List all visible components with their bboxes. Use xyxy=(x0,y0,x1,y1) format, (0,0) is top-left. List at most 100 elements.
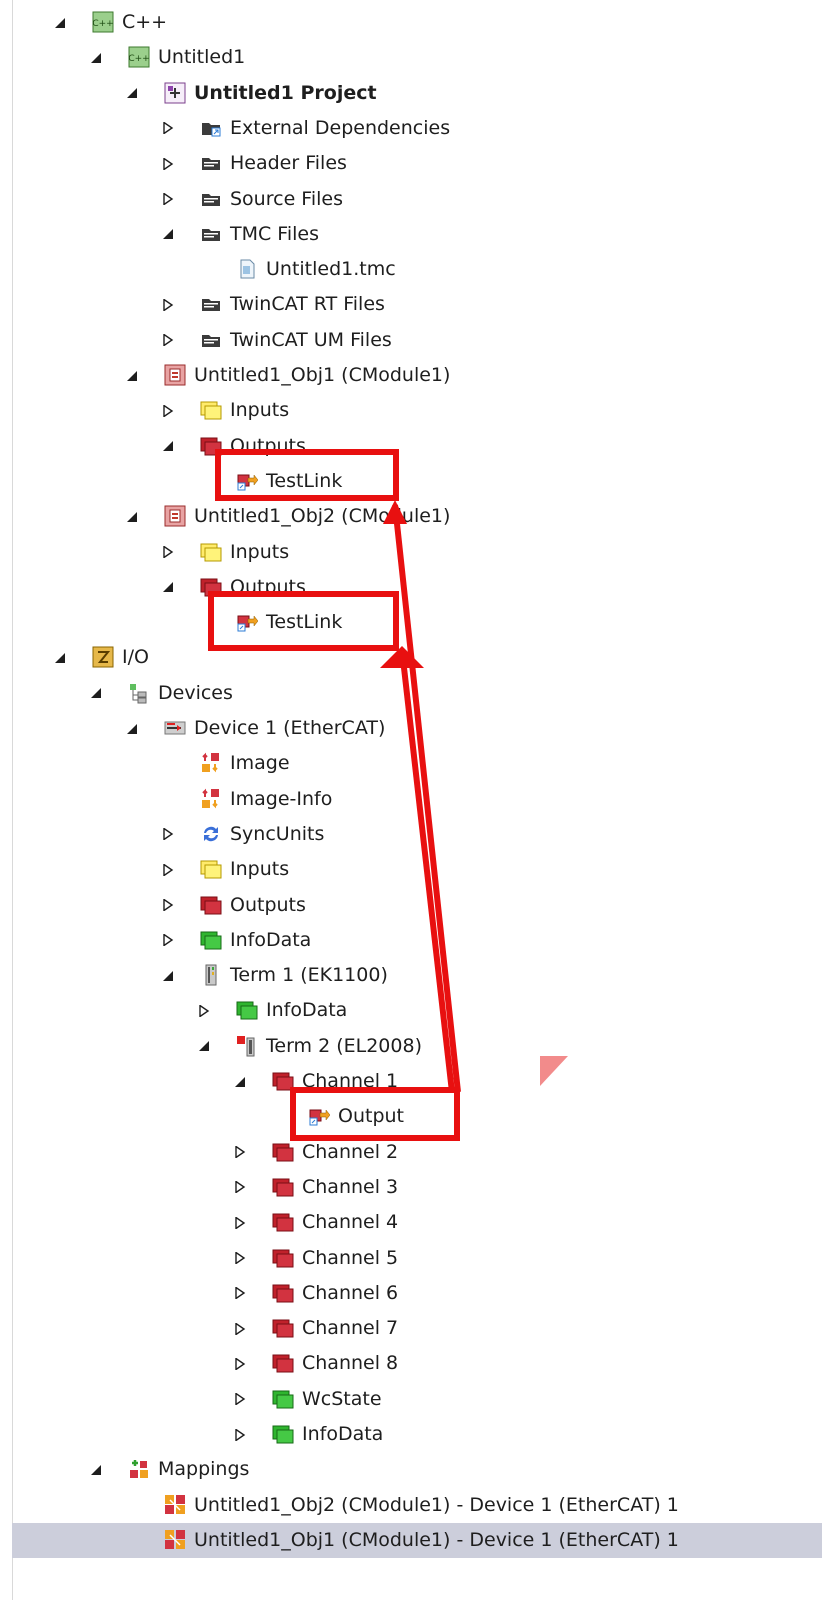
tree-item-label: Source Files xyxy=(230,187,343,210)
expand-arrow-icon[interactable] xyxy=(162,899,174,911)
filter-folder-icon xyxy=(200,223,222,245)
tree-item-label: Outputs xyxy=(230,893,306,916)
tree-item-channel-8[interactable]: Channel 8 xyxy=(12,1346,822,1381)
tree-item-label: Untitled1_Obj2 (CModule1) xyxy=(194,505,451,528)
tree-item-label: Mappings xyxy=(158,1458,250,1481)
expand-arrow-icon[interactable] xyxy=(234,1428,246,1441)
tree-item-outputs[interactable]: Outputs xyxy=(12,888,822,923)
cpp-project-icon: C++ xyxy=(92,11,114,33)
expand-arrow-icon[interactable] xyxy=(162,122,174,135)
outputs-icon xyxy=(272,1247,294,1269)
collapse-arrow-icon[interactable] xyxy=(198,1040,210,1052)
tree-item-infodata[interactable]: InfoData xyxy=(12,923,822,958)
tree-item-image[interactable]: Image xyxy=(12,746,822,781)
tree-item-untitled1-tmc[interactable]: Untitled1.tmc xyxy=(12,252,822,287)
expand-arrow-icon[interactable] xyxy=(162,157,174,170)
tree-item-inputs[interactable]: Inputs xyxy=(12,535,822,570)
expand-arrow-icon[interactable] xyxy=(234,1146,246,1159)
tree-item-label: InfoData xyxy=(302,1423,384,1445)
tree-item-external-dependencies[interactable]: External Dependencies xyxy=(12,111,822,146)
tree-item-channel-4[interactable]: Channel 4 xyxy=(12,1205,822,1240)
tree-item-channel-7[interactable]: Channel 7 xyxy=(12,1311,822,1346)
expand-arrow-icon[interactable] xyxy=(234,1252,246,1264)
tree-item-infodata[interactable]: InfoData xyxy=(12,1417,822,1452)
tree-item-outputs[interactable]: Outputs xyxy=(12,570,822,605)
expand-arrow-icon[interactable] xyxy=(162,934,174,947)
collapse-arrow-icon[interactable] xyxy=(126,511,138,523)
tree-item-wcstate[interactable]: WcState xyxy=(12,1382,822,1417)
tree-item-term-2-el2008[interactable]: Term 2 (EL2008) xyxy=(12,1029,822,1064)
tree-item-label: InfoData xyxy=(266,999,348,1022)
tree-item-infodata[interactable]: InfoData xyxy=(12,993,822,1028)
collapse-arrow-icon[interactable] xyxy=(234,1076,246,1088)
tree-item-label: TwinCAT UM Files xyxy=(230,328,392,351)
expand-arrow-icon[interactable] xyxy=(198,1004,210,1017)
expand-arrow-icon[interactable] xyxy=(234,1322,246,1335)
sync-units-icon xyxy=(200,823,222,845)
collapse-arrow-icon[interactable] xyxy=(162,440,174,452)
tree-item-mappings[interactable]: Mappings xyxy=(12,1452,822,1487)
terminal-coupler-icon xyxy=(200,964,222,986)
collapse-arrow-icon[interactable] xyxy=(162,581,174,593)
tree-item-inputs[interactable]: Inputs xyxy=(12,393,822,428)
tree-item-twincat-rt-files[interactable]: TwinCAT RT Files xyxy=(12,287,822,322)
expand-arrow-icon[interactable] xyxy=(234,1357,246,1370)
tree-item-label: Channel 7 xyxy=(302,1317,399,1340)
expand-arrow-icon[interactable] xyxy=(234,1216,246,1229)
expand-arrow-icon[interactable] xyxy=(234,1181,246,1194)
tree-item-label: Untitled1_Obj1 (CModule1) - Device 1 (Et… xyxy=(194,1528,679,1551)
expand-arrow-icon[interactable] xyxy=(162,404,174,417)
tree-item-untitled1[interactable]: C++ Untitled1 xyxy=(12,40,822,75)
tree-item-testlink[interactable]: TestLink xyxy=(12,605,822,640)
expand-arrow-icon[interactable] xyxy=(234,1287,246,1300)
tree-item-label: Untitled1 Project xyxy=(194,81,377,104)
collapse-arrow-icon[interactable] xyxy=(126,723,138,735)
expand-arrow-icon[interactable] xyxy=(162,334,174,347)
collapse-arrow-icon[interactable] xyxy=(54,652,66,664)
tree-item-twincat-um-files[interactable]: TwinCAT UM Files xyxy=(12,323,822,358)
tree-item-outputs[interactable]: Outputs xyxy=(12,429,822,464)
expand-arrow-icon[interactable] xyxy=(162,193,174,205)
tree-item-syncunits[interactable]: SyncUnits xyxy=(12,817,822,852)
tree-item-testlink[interactable]: TestLink xyxy=(12,464,822,499)
expand-arrow-icon[interactable] xyxy=(234,1393,246,1406)
tree-item-untitled1-obj2-cmodule1-device-1-ethercat-1[interactable]: Untitled1_Obj2 (CModule1) - Device 1 (Et… xyxy=(12,1488,822,1523)
outputs-icon xyxy=(272,1141,294,1163)
tree-item-label: Term 1 (EK1100) xyxy=(230,964,388,987)
cpp-project-icon: C++ xyxy=(128,46,150,68)
expand-arrow-icon[interactable] xyxy=(162,298,174,311)
tree-item-tmc-files[interactable]: TMC Files xyxy=(12,217,822,252)
tree-item-c[interactable]: C++ C++ xyxy=(12,5,822,40)
collapse-arrow-icon[interactable] xyxy=(162,970,174,982)
terminal-output-icon xyxy=(236,1035,258,1057)
tree-item-untitled1-project[interactable]: Untitled1 Project xyxy=(12,76,822,111)
tree-item-untitled1-obj1-cmodule1-device-1-ethercat-1[interactable]: Untitled1_Obj1 (CModule1) - Device 1 (Et… xyxy=(12,1522,822,1558)
tree-item-channel-5[interactable]: Channel 5 xyxy=(12,1241,822,1276)
expand-arrow-icon[interactable] xyxy=(162,863,174,876)
collapse-arrow-icon[interactable] xyxy=(90,1464,102,1476)
tree-item-device-1-ethercat[interactable]: Device 1 (EtherCAT) xyxy=(12,711,822,746)
infodata-icon xyxy=(236,999,258,1021)
tree-item-label: I/O xyxy=(122,646,149,669)
collapse-arrow-icon[interactable] xyxy=(162,228,174,240)
collapse-arrow-icon[interactable] xyxy=(126,370,138,382)
tree-item-inputs[interactable]: Inputs xyxy=(12,852,822,887)
tree-item-source-files[interactable]: Source Files xyxy=(12,182,822,217)
tree-item-untitled1-obj2-cmodule1[interactable]: Untitled1_Obj2 (CModule1) xyxy=(12,499,822,534)
outputs-icon xyxy=(272,1211,294,1233)
tree-item-untitled1-obj1-cmodule1[interactable]: Untitled1_Obj1 (CModule1) xyxy=(12,358,822,393)
tree-item-channel-6[interactable]: Channel 6 xyxy=(12,1276,822,1311)
tree-item-term-1-ek1100[interactable]: Term 1 (EK1100) xyxy=(12,958,822,993)
collapse-arrow-icon[interactable] xyxy=(126,87,138,99)
collapse-arrow-icon[interactable] xyxy=(54,17,66,29)
tree-item-devices[interactable]: Devices xyxy=(12,676,822,711)
tree-item-header-files[interactable]: Header Files xyxy=(12,146,822,181)
tree-item-image-info[interactable]: Image-Info xyxy=(12,782,822,817)
tree-item-channel-3[interactable]: Channel 3 xyxy=(12,1170,822,1205)
expand-arrow-icon[interactable] xyxy=(162,828,174,841)
expand-arrow-icon[interactable] xyxy=(162,546,174,558)
vc-project-icon xyxy=(164,82,186,104)
tree-item-i-o[interactable]: I/O xyxy=(12,640,822,675)
collapse-arrow-icon[interactable] xyxy=(90,687,102,699)
collapse-arrow-icon[interactable] xyxy=(90,52,102,64)
